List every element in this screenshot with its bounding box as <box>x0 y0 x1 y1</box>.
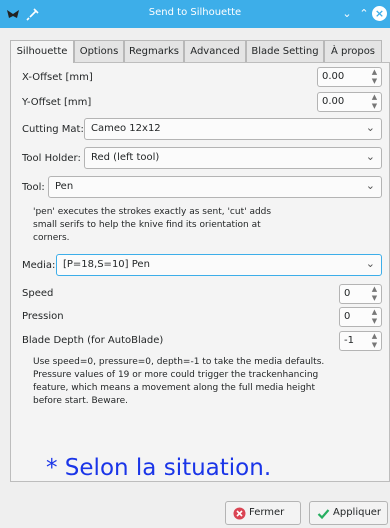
pression-value: 0 <box>344 311 351 322</box>
media-label: Media: <box>22 260 56 271</box>
cutting-mat-label: Cutting Mat: <box>22 124 84 135</box>
chevron-down-icon: ⌄ <box>365 121 375 134</box>
media-value: [P=18,S=10] Pen <box>63 259 150 270</box>
spin-up-icon[interactable]: ▲ <box>370 69 379 76</box>
apply-button[interactable]: Appliquer <box>309 501 388 525</box>
spin-down-icon[interactable]: ▼ <box>370 342 379 349</box>
tool-holder-select[interactable]: Red (left tool) ⌄ <box>84 147 382 169</box>
tab-a-propos[interactable]: À propos <box>324 40 382 62</box>
cutting-mat-select[interactable]: Cameo 12x12 ⌄ <box>84 118 382 140</box>
annotation-text: * Selon la situation. <box>46 455 272 481</box>
chevron-down-icon: ⌄ <box>365 257 375 270</box>
spin-down-icon[interactable]: ▼ <box>370 78 379 85</box>
title-bar: Send to Silhouette ⌄ ⌃ × <box>0 0 390 28</box>
tool-value: Pen <box>55 181 74 192</box>
close-window-button[interactable]: × <box>372 6 387 21</box>
spin-up-icon[interactable]: ▲ <box>370 94 379 101</box>
chevron-up-icon: ⌃ <box>359 7 369 20</box>
close-icon: × <box>374 7 385 20</box>
cancel-icon <box>233 507 246 520</box>
cutting-mat-value: Cameo 12x12 <box>91 123 161 134</box>
defaults-help-text: Use speed=0, pressure=0, depth=-1 to tak… <box>33 357 325 406</box>
maximize-button[interactable]: ⌃ <box>355 5 373 23</box>
tab-silhouette[interactable]: Silhouette <box>10 40 74 63</box>
spin-up-icon[interactable]: ▲ <box>370 309 379 316</box>
x-offset-label: X-Offset [mm] <box>22 72 93 83</box>
tool-holder-label: Tool Holder: <box>22 153 81 164</box>
chevron-down-icon: ⌄ <box>365 150 375 163</box>
apply-button-label: Appliquer <box>333 507 382 518</box>
blade-depth-spinbox[interactable]: -1 ▲ ▼ <box>339 331 382 351</box>
tab-options[interactable]: Options <box>74 40 124 62</box>
x-offset-value: 0.00 <box>322 71 345 82</box>
close-button[interactable]: Fermer <box>225 501 301 525</box>
spin-down-icon[interactable]: ▼ <box>370 103 379 110</box>
spin-up-icon[interactable]: ▲ <box>370 333 379 340</box>
spin-up-icon[interactable]: ▲ <box>370 286 379 293</box>
checkmark-icon <box>317 509 330 520</box>
tool-help-text: 'pen' executes the strokes exactly as se… <box>33 207 272 243</box>
chevron-down-icon: ⌄ <box>365 179 375 192</box>
tool-label: Tool: <box>22 182 45 193</box>
window-title: Send to Silhouette <box>148 7 242 18</box>
minimize-button[interactable]: ⌄ <box>338 5 356 23</box>
y-offset-value: 0.00 <box>322 96 345 107</box>
tool-holder-value: Red (left tool) <box>91 152 160 163</box>
speed-label: Speed <box>22 288 54 299</box>
blade-depth-value: -1 <box>344 335 354 346</box>
spin-down-icon[interactable]: ▼ <box>370 318 379 325</box>
tab-advanced[interactable]: Advanced <box>184 40 246 62</box>
tab-regmarks[interactable]: Regmarks <box>124 40 184 62</box>
blade-depth-label: Blade Depth (for AutoBlade) <box>22 335 164 346</box>
tool-select[interactable]: Pen ⌄ <box>48 176 382 198</box>
y-offset-spinbox[interactable]: 0.00 ▲ ▼ <box>317 92 382 112</box>
chevron-down-icon: ⌄ <box>342 7 352 20</box>
close-button-label: Fermer <box>249 507 285 518</box>
speed-spinbox[interactable]: 0 ▲ ▼ <box>339 284 382 304</box>
tab-blade-setting[interactable]: Blade Setting <box>246 40 324 62</box>
pression-spinbox[interactable]: 0 ▲ ▼ <box>339 307 382 327</box>
speed-value: 0 <box>344 288 351 299</box>
x-offset-spinbox[interactable]: 0.00 ▲ ▼ <box>317 67 382 87</box>
media-select[interactable]: [P=18,S=10] Pen ⌄ <box>56 254 382 276</box>
spin-down-icon[interactable]: ▼ <box>370 295 379 302</box>
y-offset-label: Y-Offset [mm] <box>22 97 92 108</box>
pression-label: Pression <box>22 311 64 322</box>
